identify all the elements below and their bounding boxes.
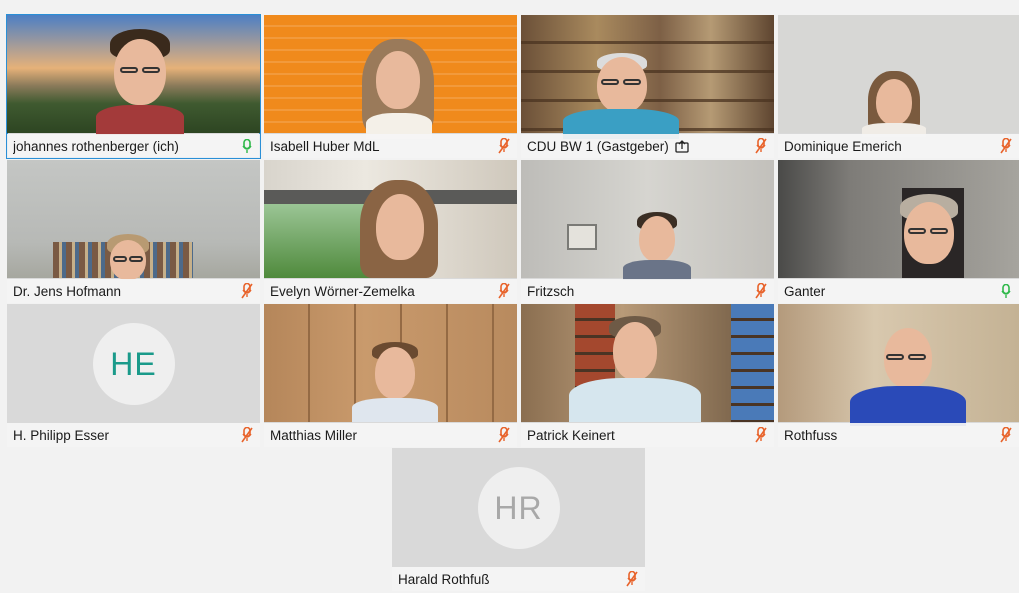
microphone-muted-icon[interactable] [497, 283, 511, 299]
microphone-muted-icon[interactable] [999, 427, 1013, 443]
name-bar: Dr. Jens Hofmann [7, 279, 260, 303]
participant-name: Isabell Huber MdL [270, 138, 380, 154]
name-bar: Isabell Huber MdL [264, 134, 517, 158]
microphone-muted-icon[interactable] [754, 138, 768, 154]
microphone-muted-icon[interactable] [240, 283, 254, 299]
participant-tile-harald-rothfuss[interactable]: HR Harald Rothfuß [392, 448, 645, 591]
name-bar: CDU BW 1 (Gastgeber) [521, 134, 774, 158]
avatar-initials: HE [110, 345, 157, 382]
microphone-muted-icon[interactable] [999, 138, 1013, 154]
participant-name: Evelyn Wörner-Zemelka [270, 283, 415, 299]
video-off-placeholder: HR [392, 448, 645, 566]
video-feed [778, 15, 1019, 137]
participant-tile-philipp-esser[interactable]: HE H. Philipp Esser [7, 304, 260, 447]
participant-name: Dominique Emerich [784, 138, 902, 154]
participant-tile-evelyn-woerner-zemelka[interactable]: Evelyn Wörner-Zemelka [264, 160, 517, 303]
participant-name: Harald Rothfuß [398, 571, 490, 587]
participant-tile-ganter[interactable]: Ganter [778, 160, 1019, 303]
microphone-on-icon[interactable] [240, 138, 254, 154]
participant-tile-cdu-bw-1[interactable]: CDU BW 1 (Gastgeber) [521, 15, 774, 158]
participant-tile-johannes-rothenberger[interactable]: johannes rothenberger (ich) [6, 14, 261, 159]
video-feed [521, 15, 774, 139]
participant-tile-matthias-miller[interactable]: Matthias Miller [264, 304, 517, 447]
video-feed [7, 15, 260, 135]
video-feed [521, 160, 774, 280]
microphone-muted-icon[interactable] [754, 427, 768, 443]
name-bar: Harald Rothfuß [392, 567, 645, 591]
participant-name: Rothfuss [784, 427, 838, 443]
video-feed [521, 304, 774, 422]
bookshelf [731, 304, 774, 422]
video-feed [264, 15, 517, 139]
microphone-muted-icon[interactable] [497, 138, 511, 154]
microphone-muted-icon[interactable] [497, 427, 511, 443]
participant-tile-dominique-emerich[interactable]: Dominique Emerich [778, 15, 1019, 158]
name-bar: H. Philipp Esser [7, 423, 260, 447]
participant-tile-rothfuss[interactable]: Rothfuss [778, 304, 1019, 447]
microphone-on-icon[interactable] [999, 283, 1013, 299]
name-bar: Ganter [778, 279, 1019, 303]
video-feed [778, 304, 1019, 426]
microphone-muted-icon[interactable] [754, 283, 768, 299]
name-bar: Fritzsch [521, 279, 774, 303]
video-feed [7, 160, 260, 280]
window-background [264, 200, 374, 278]
participant-tile-jens-hofmann[interactable]: Dr. Jens Hofmann [7, 160, 260, 303]
participant-name: H. Philipp Esser [13, 427, 110, 443]
name-bar: Evelyn Wörner-Zemelka [264, 279, 517, 303]
microphone-muted-icon[interactable] [240, 427, 254, 443]
participant-name: Dr. Jens Hofmann [13, 283, 122, 299]
microphone-muted-icon[interactable] [625, 571, 639, 587]
participant-name: Fritzsch [527, 283, 575, 299]
name-bar: Patrick Keinert [521, 423, 774, 447]
video-feed [264, 304, 517, 422]
initials-avatar: HE [92, 323, 175, 405]
participant-tile-patrick-keinert[interactable]: Patrick Keinert [521, 304, 774, 447]
participant-name: Patrick Keinert [527, 427, 615, 443]
share-screen-icon [675, 139, 689, 153]
name-bar: Matthias Miller [264, 423, 517, 447]
video-gallery: johannes rothenberger (ich) Isabell Hube… [0, 0, 1019, 593]
initials-avatar: HR [477, 467, 560, 549]
participant-name: CDU BW 1 (Gastgeber) [527, 138, 669, 154]
avatar-initials: HR [494, 489, 543, 526]
video-feed [778, 160, 1019, 278]
participant-tile-fritzsch[interactable]: Fritzsch [521, 160, 774, 303]
picture-frame [567, 224, 597, 250]
name-bar: johannes rothenberger (ich) [7, 134, 260, 158]
video-feed [264, 160, 517, 278]
participant-tile-isabell-huber[interactable]: Isabell Huber MdL [264, 15, 517, 158]
name-bar: Rothfuss [778, 423, 1019, 447]
name-bar: Dominique Emerich [778, 134, 1019, 158]
participant-name: Ganter [784, 283, 826, 299]
participant-name: johannes rothenberger (ich) [13, 138, 179, 154]
participant-name: Matthias Miller [270, 427, 358, 443]
video-off-placeholder: HE [7, 304, 260, 422]
